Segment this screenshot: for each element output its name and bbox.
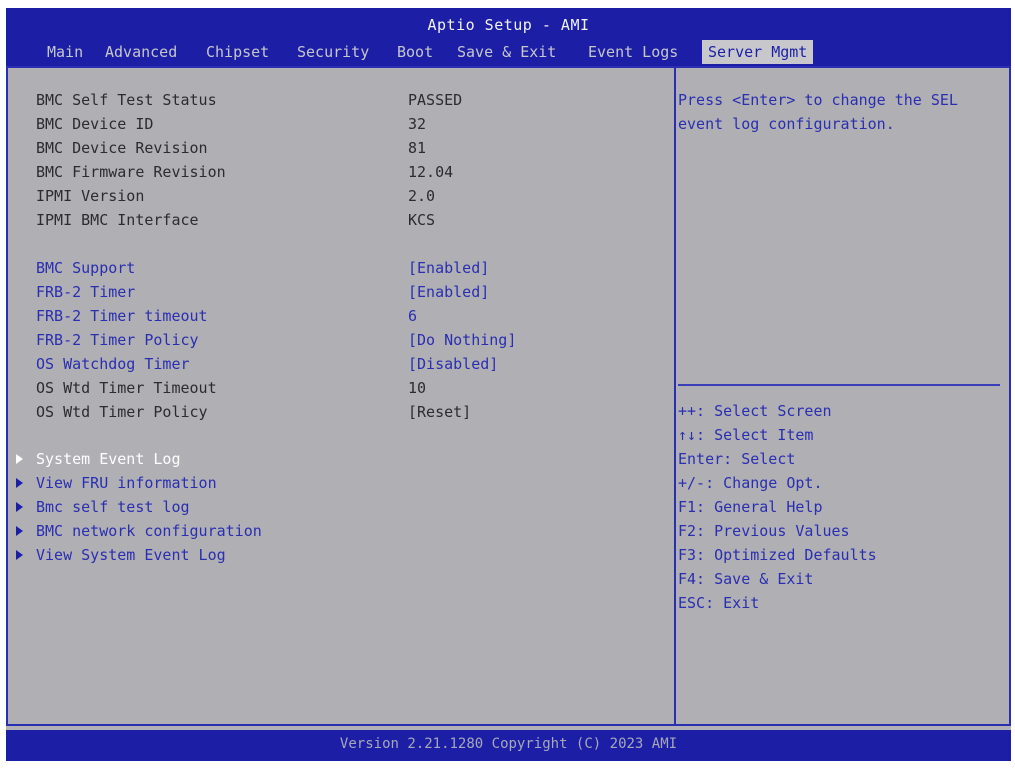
info-label: IPMI Version — [36, 187, 145, 205]
key-hint-optimized-defaults: F3: Optimized Defaults — [678, 546, 877, 564]
submenu-bmc-network-configuration[interactable]: BMC network configuration — [36, 519, 262, 543]
setting-label: OS Watchdog Timer — [36, 355, 190, 373]
tab-chipset[interactable]: Chipset — [206, 40, 269, 64]
panel-divider — [674, 66, 676, 726]
info-label: BMC Device Revision — [36, 139, 208, 157]
tab-event-logs[interactable]: Event Logs — [588, 40, 678, 64]
key-hint-esc-exit: ESC: Exit — [678, 594, 760, 612]
setting-value: 6 — [408, 307, 418, 325]
tab-server-mgmt[interactable]: Server Mgmt — [702, 40, 814, 64]
info-label: BMC Firmware Revision — [36, 163, 226, 181]
key-hint-select-item: ↑↓: Select Item — [678, 426, 814, 444]
setting-os-watchdog-timer[interactable]: OS Watchdog Timer [Disabled] — [36, 352, 498, 376]
submenu-view-fru-information[interactable]: View FRU information — [36, 471, 217, 495]
key-hint-select-screen: ++: Select Screen — [678, 402, 832, 420]
info-value: PASSED — [408, 91, 463, 109]
setting-frb2-timer-policy[interactable]: FRB-2 Timer Policy [Do Nothing] — [36, 328, 516, 352]
tab-save-exit[interactable]: Save & Exit — [457, 40, 556, 64]
info-row-ipmi-bmc-interface: IPMI BMC Interface KCS — [36, 208, 435, 232]
key-hint-enter: Enter: Select — [678, 450, 796, 468]
info-value: 81 — [408, 139, 427, 157]
setting-label: OS Wtd Timer Policy — [36, 403, 208, 421]
setting-value: [Do Nothing] — [408, 331, 517, 349]
setting-frb2-timer-timeout[interactable]: FRB-2 Timer timeout 6 — [36, 304, 417, 328]
submenu-arrow-icon — [16, 502, 23, 512]
submenu-view-system-event-log[interactable]: View System Event Log — [36, 543, 226, 567]
info-label: IPMI BMC Interface — [36, 211, 199, 229]
info-row-bmc-device-revision: BMC Device Revision 81 — [36, 136, 426, 160]
submenu-bmc-self-test-log[interactable]: Bmc self test log — [36, 495, 190, 519]
info-label: BMC Self Test Status — [36, 91, 217, 109]
setting-value: [Reset] — [408, 403, 472, 421]
setting-label: FRB-2 Timer — [36, 283, 136, 301]
app-title: Aptio Setup - AMI — [427, 16, 590, 34]
setting-frb2-timer[interactable]: FRB-2 Timer [Enabled] — [36, 280, 489, 304]
setting-label: BMC Support — [36, 259, 136, 277]
setting-os-wtd-timer-timeout: OS Wtd Timer Timeout 10 — [36, 376, 426, 400]
info-value: 12.04 — [408, 163, 454, 181]
submenu-arrow-icon — [16, 478, 23, 488]
tab-security[interactable]: Security — [297, 40, 369, 64]
key-hint-general-help: F1: General Help — [678, 498, 823, 516]
setting-os-wtd-timer-policy: OS Wtd Timer Policy [Reset] — [36, 400, 471, 424]
setting-label: OS Wtd Timer Timeout — [36, 379, 217, 397]
title-bar: Aptio Setup - AMI Main Advanced Chipset … — [6, 8, 1011, 66]
info-label: BMC Device ID — [36, 115, 154, 133]
setting-value: 10 — [408, 379, 427, 397]
submenu-arrow-icon — [16, 526, 23, 536]
help-divider — [678, 384, 1000, 386]
tab-advanced[interactable]: Advanced — [105, 40, 177, 64]
key-hint-previous-values: F2: Previous Values — [678, 522, 850, 540]
setting-value: [Enabled] — [408, 259, 490, 277]
info-value: KCS — [408, 211, 436, 229]
version-text: Version 2.21.1280 Copyright (C) 2023 AMI — [339, 736, 678, 752]
setting-label: FRB-2 Timer Policy — [36, 331, 199, 349]
submenu-system-event-log[interactable]: System Event Log — [36, 447, 181, 471]
key-hint-change-opt: +/-: Change Opt. — [678, 474, 823, 492]
help-text: Press <Enter> to change the SEL event lo… — [678, 91, 958, 133]
info-row-bmc-device-id: BMC Device ID 32 — [36, 112, 426, 136]
setting-value: [Disabled] — [408, 355, 499, 373]
info-row-bmc-self-test: BMC Self Test Status PASSED — [36, 88, 462, 112]
setting-bmc-support[interactable]: BMC Support [Enabled] — [36, 256, 489, 280]
tab-boot[interactable]: Boot — [397, 40, 433, 64]
tab-bar: Main Advanced Chipset Security Boot Save… — [6, 40, 1011, 66]
setting-value: [Enabled] — [408, 283, 490, 301]
bios-screen: Aptio Setup - AMI Main Advanced Chipset … — [6, 8, 1011, 761]
info-value: 32 — [408, 115, 427, 133]
info-value: 2.0 — [408, 187, 436, 205]
key-hint-save-exit: F4: Save & Exit — [678, 570, 814, 588]
tab-main[interactable]: Main — [47, 40, 83, 64]
info-row-ipmi-version: IPMI Version 2.0 — [36, 184, 435, 208]
submenu-arrow-icon — [16, 454, 23, 464]
footer-bar: Version 2.21.1280 Copyright (C) 2023 AMI — [6, 730, 1011, 761]
info-row-bmc-firmware-revision: BMC Firmware Revision 12.04 — [36, 160, 453, 184]
submenu-arrow-icon — [16, 550, 23, 560]
setting-label: FRB-2 Timer timeout — [36, 307, 208, 325]
